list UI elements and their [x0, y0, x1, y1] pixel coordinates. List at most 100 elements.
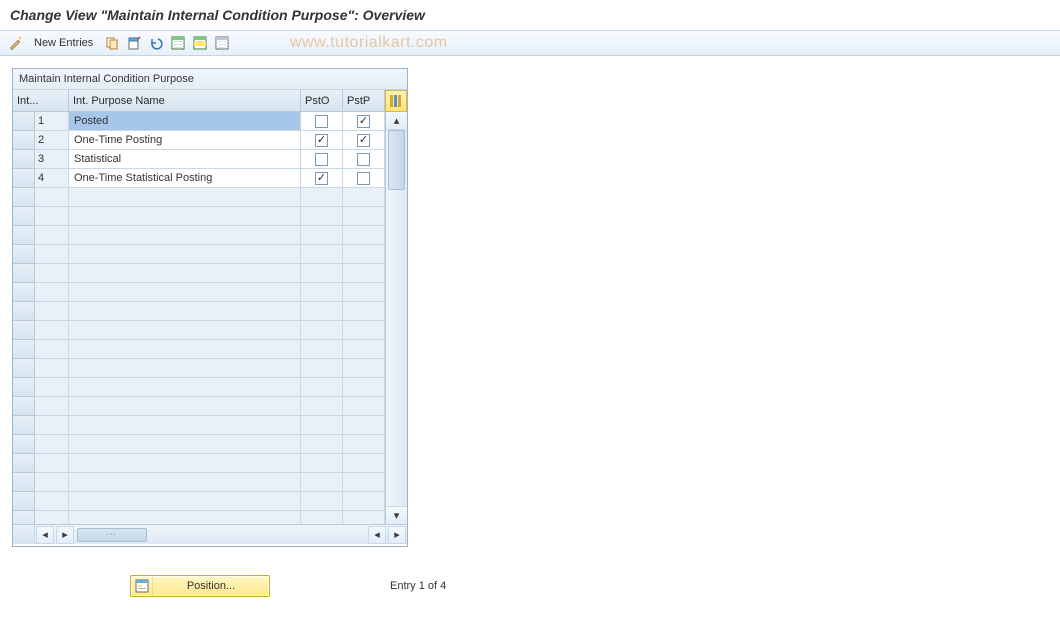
cell-empty — [69, 283, 301, 302]
cell-empty — [301, 511, 343, 524]
cell-name[interactable]: One-Time Statistical Posting — [69, 169, 301, 188]
cell-psto[interactable] — [301, 169, 343, 188]
select-block-icon[interactable] — [191, 34, 209, 52]
panel-title: Maintain Internal Condition Purpose — [13, 69, 407, 90]
cell-pstp[interactable] — [343, 112, 385, 131]
row-selector[interactable] — [13, 169, 35, 188]
row-selector[interactable] — [13, 302, 35, 321]
row-selector[interactable] — [13, 435, 35, 454]
delete-icon[interactable] — [125, 34, 143, 52]
row-selector[interactable] — [13, 473, 35, 492]
new-entries-button[interactable]: New Entries — [28, 35, 99, 51]
cell-empty — [35, 473, 69, 492]
cell-empty — [343, 397, 385, 416]
table-row-empty — [13, 264, 385, 283]
other-view-icon[interactable] — [6, 34, 24, 52]
select-all-icon[interactable] — [169, 34, 187, 52]
position-button-label: Position... — [153, 580, 269, 592]
row-selector[interactable] — [13, 264, 35, 283]
scroll-track[interactable] — [386, 130, 407, 506]
row-selector[interactable] — [13, 321, 35, 340]
row-selector[interactable] — [13, 378, 35, 397]
cell-name[interactable]: One-Time Posting — [69, 131, 301, 150]
cell-name[interactable]: Posted — [69, 112, 301, 131]
checkbox[interactable] — [315, 153, 328, 166]
cell-empty — [69, 473, 301, 492]
table-row[interactable]: 1Posted — [13, 112, 385, 131]
table-row[interactable]: 2One-Time Posting — [13, 131, 385, 150]
cell-empty — [69, 511, 301, 524]
scroll-left-end-icon[interactable]: ◂ — [368, 526, 386, 544]
row-selector[interactable] — [13, 150, 35, 169]
table-row[interactable]: 3Statistical — [13, 150, 385, 169]
grid-header-row: Int... Int. Purpose Name PstO PstP — [13, 90, 407, 112]
row-selector[interactable] — [13, 511, 35, 524]
horizontal-scrollbar[interactable]: ◂ ▸ ◂ ▸ — [13, 524, 407, 544]
cell-psto[interactable] — [301, 150, 343, 169]
scroll-right-icon[interactable]: ▸ — [388, 526, 406, 544]
column-header-pstp[interactable]: PstP — [343, 90, 385, 112]
cell-id[interactable]: 2 — [35, 131, 69, 150]
vertical-scrollbar[interactable]: ▴ ▾ — [385, 112, 407, 524]
deselect-all-icon[interactable] — [213, 34, 231, 52]
row-selector[interactable] — [13, 492, 35, 511]
scroll-up-icon[interactable]: ▴ — [386, 112, 407, 130]
row-selector[interactable] — [13, 131, 35, 150]
copy-as-icon[interactable] — [103, 34, 121, 52]
checkbox[interactable] — [315, 115, 328, 128]
cell-id[interactable]: 3 — [35, 150, 69, 169]
cell-pstp[interactable] — [343, 150, 385, 169]
column-header-id[interactable]: Int... — [13, 90, 69, 112]
row-selector[interactable] — [13, 207, 35, 226]
cell-empty — [343, 340, 385, 359]
cell-name[interactable]: Statistical — [69, 150, 301, 169]
row-selector[interactable] — [13, 454, 35, 473]
hscroll-track[interactable] — [77, 528, 145, 542]
row-selector[interactable] — [13, 397, 35, 416]
table-row-empty — [13, 435, 385, 454]
checkbox[interactable] — [315, 134, 328, 147]
row-selector[interactable] — [13, 416, 35, 435]
undo-icon[interactable] — [147, 34, 165, 52]
cell-empty — [301, 454, 343, 473]
row-selector[interactable] — [13, 226, 35, 245]
hscroll-thumb[interactable] — [77, 528, 147, 542]
row-selector[interactable] — [13, 359, 35, 378]
cell-empty — [301, 416, 343, 435]
cell-empty — [301, 473, 343, 492]
cell-empty — [69, 359, 301, 378]
cell-empty — [35, 226, 69, 245]
scroll-right-inner-icon[interactable]: ▸ — [56, 526, 74, 544]
column-header-name[interactable]: Int. Purpose Name — [69, 90, 301, 112]
cell-empty — [69, 416, 301, 435]
row-selector[interactable] — [13, 188, 35, 207]
cell-pstp[interactable] — [343, 169, 385, 188]
checkbox[interactable] — [315, 172, 328, 185]
checkbox[interactable] — [357, 172, 370, 185]
cell-pstp[interactable] — [343, 131, 385, 150]
cell-id[interactable]: 4 — [35, 169, 69, 188]
page-title: Change View "Maintain Internal Condition… — [0, 0, 1060, 30]
cell-empty — [35, 302, 69, 321]
row-selector[interactable] — [13, 283, 35, 302]
cell-psto[interactable] — [301, 112, 343, 131]
scroll-thumb[interactable] — [388, 130, 405, 190]
checkbox[interactable] — [357, 134, 370, 147]
row-selector[interactable] — [13, 245, 35, 264]
cell-name-text: One-Time Statistical Posting — [72, 172, 214, 184]
row-selector[interactable] — [13, 340, 35, 359]
column-header-psto[interactable]: PstO — [301, 90, 343, 112]
hscroll-rowheader-spacer — [13, 525, 35, 544]
cell-id[interactable]: 1 — [35, 112, 69, 131]
cell-psto[interactable] — [301, 131, 343, 150]
table-row[interactable]: 4One-Time Statistical Posting — [13, 169, 385, 188]
position-button[interactable]: Position... — [130, 575, 270, 597]
scroll-down-icon[interactable]: ▾ — [386, 506, 407, 524]
cell-empty — [301, 188, 343, 207]
row-selector[interactable] — [13, 112, 35, 131]
checkbox[interactable] — [357, 153, 370, 166]
scroll-left-icon[interactable]: ◂ — [36, 526, 54, 544]
cell-empty — [301, 264, 343, 283]
checkbox[interactable] — [357, 115, 370, 128]
configure-columns-icon[interactable] — [385, 90, 407, 112]
